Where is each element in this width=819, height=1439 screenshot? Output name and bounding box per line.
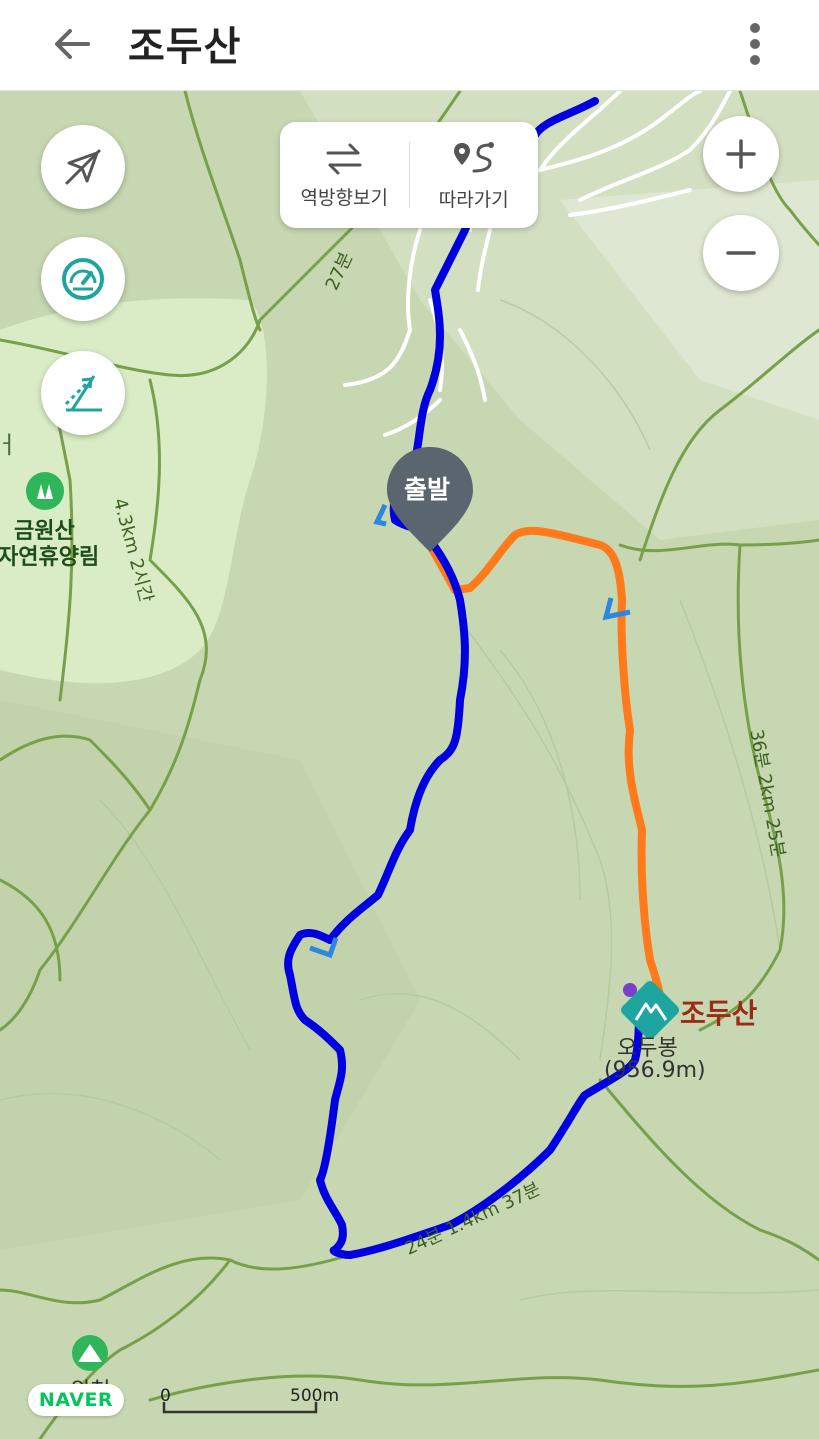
- elevation-button[interactable]: [41, 351, 125, 435]
- speedometer-icon: [62, 258, 104, 300]
- minus-icon: [726, 251, 756, 255]
- speed-button[interactable]: [41, 237, 125, 321]
- summit-elevation-label: (956.9m): [604, 1058, 706, 1083]
- scale-bar: 0 500m: [160, 1386, 350, 1418]
- zoom-in-button[interactable]: [703, 116, 779, 192]
- scale-max-label: 500m: [290, 1386, 340, 1406]
- zoom-out-button[interactable]: [703, 215, 779, 291]
- scale-zero-label: 0: [160, 1386, 171, 1406]
- reverse-direction-button[interactable]: 역방향보기: [280, 122, 409, 228]
- reverse-direction-label: 역방향보기: [300, 186, 388, 209]
- follow-route-button[interactable]: 따라가기: [410, 122, 539, 228]
- peak-name-label: 조두산: [680, 997, 758, 1030]
- page-title: 조두산: [128, 24, 242, 70]
- more-vertical-icon: [750, 23, 760, 65]
- swap-arrows-icon: [326, 143, 362, 174]
- start-marker-label[interactable]: 출발: [404, 470, 450, 506]
- forest-icon: [26, 472, 64, 510]
- no-compass-icon: [65, 149, 101, 185]
- compass-toggle-button[interactable]: [41, 125, 125, 209]
- map-view[interactable]: 금원산 자연휴양림 ㅓ 조두산 오두봉 (956.9m) 4.3km 2시간 3…: [0, 91, 819, 1439]
- route-follow-icon: [453, 141, 494, 172]
- naver-logo: NAVER: [28, 1384, 124, 1416]
- forest-area-label-2: 자연휴양림: [0, 545, 100, 570]
- left-edge-label: ㅓ: [0, 431, 19, 459]
- route-action-panel: 역방향보기 따라가기: [280, 122, 538, 228]
- top-bar: 조두산: [0, 0, 819, 91]
- elevation-icon: [64, 375, 102, 412]
- mountain-icon: [72, 1335, 108, 1371]
- back-button[interactable]: [44, 16, 100, 72]
- plus-icon: [726, 139, 756, 169]
- arrow-left-icon: [55, 29, 90, 59]
- more-button[interactable]: [730, 14, 780, 74]
- follow-route-label: 따라가기: [438, 188, 509, 211]
